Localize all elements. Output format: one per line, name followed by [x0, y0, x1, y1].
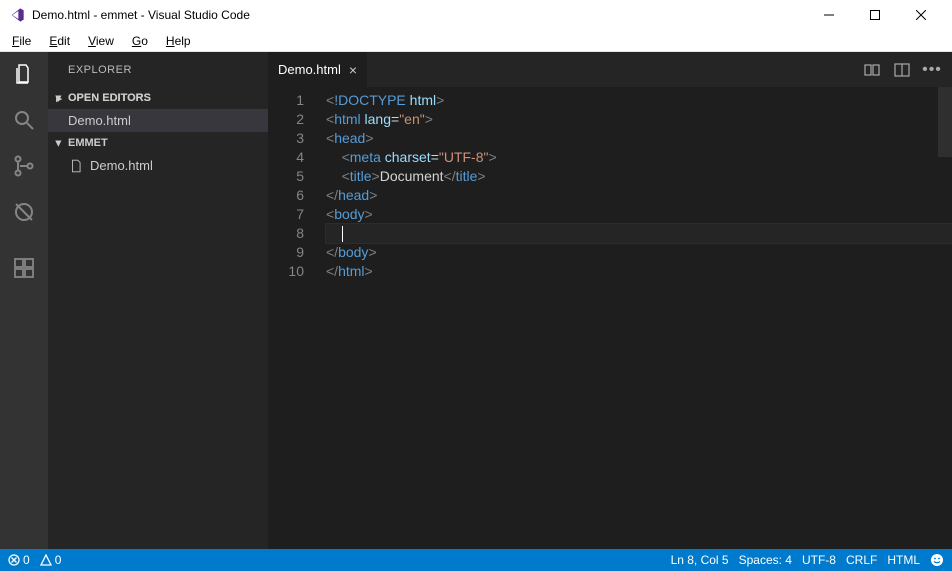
html-file-icon — [68, 159, 84, 173]
window-controls — [806, 0, 944, 30]
window-title: Demo.html - emmet - Visual Studio Code — [32, 8, 806, 22]
search-icon[interactable] — [10, 106, 38, 134]
extensions-icon[interactable] — [10, 254, 38, 282]
code-editor[interactable]: 12345678910 <!DOCTYPE html><html lang="e… — [268, 87, 952, 549]
debug-icon[interactable] — [10, 198, 38, 226]
feedback-icon[interactable] — [930, 553, 944, 567]
compare-icon[interactable] — [864, 62, 880, 78]
folder-label: EMMET — [68, 137, 108, 149]
folder-header[interactable]: ▸ EMMET — [48, 132, 268, 154]
menu-help[interactable]: Help — [158, 32, 199, 50]
maximize-button[interactable] — [852, 0, 898, 30]
editor-actions: ••• — [852, 52, 952, 87]
open-editor-item[interactable]: Demo.html — [48, 109, 268, 132]
close-icon[interactable]: × — [349, 62, 357, 78]
close-button[interactable] — [898, 0, 944, 30]
file-label: Demo.html — [90, 158, 153, 173]
line-column[interactable]: Ln 8, Col 5 — [671, 553, 729, 567]
activity-bar — [0, 52, 48, 549]
vscode-logo-icon — [8, 6, 26, 24]
editor-area: Demo.html × ••• 12345678910 <!DOCTYPE ht… — [268, 52, 952, 549]
tab-demo-html[interactable]: Demo.html × — [268, 52, 368, 87]
line-numbers: 12345678910 — [268, 87, 316, 549]
editor-tabs: Demo.html × ••• — [268, 52, 952, 87]
menubar: File Edit View Go Help — [0, 30, 952, 52]
sidebar-title: EXPLORER — [48, 52, 268, 87]
language-mode[interactable]: HTML — [887, 553, 920, 567]
errors-count[interactable]: 0 — [8, 553, 30, 567]
encoding[interactable]: UTF-8 — [802, 553, 836, 567]
titlebar: Demo.html - emmet - Visual Studio Code — [0, 0, 952, 30]
open-editors-header-real[interactable]: ▸ OPEN EDITORS — [48, 87, 268, 109]
scrollbar[interactable] — [938, 87, 952, 549]
menu-go[interactable]: Go — [124, 32, 156, 50]
split-editor-icon[interactable] — [894, 62, 910, 78]
minimize-button[interactable] — [806, 0, 852, 30]
menu-edit[interactable]: Edit — [41, 32, 78, 50]
more-icon[interactable]: ••• — [924, 62, 940, 78]
tab-label: Demo.html — [278, 62, 341, 77]
warnings-count[interactable]: 0 — [40, 553, 62, 567]
chevron-down-icon: ▸ — [53, 91, 66, 105]
eol[interactable]: CRLF — [846, 553, 877, 567]
source-control-icon[interactable] — [10, 152, 38, 180]
indentation[interactable]: Spaces: 4 — [739, 553, 792, 567]
chevron-down-icon: ▸ — [53, 136, 66, 150]
file-tree-item[interactable]: Demo.html — [48, 154, 268, 177]
sidebar: EXPLORER ▸ OPEN EDITORS ▸ OPEN EDITORS D… — [48, 52, 268, 549]
file-label: Demo.html — [68, 113, 131, 128]
code-content[interactable]: <!DOCTYPE html><html lang="en"><head> <m… — [316, 87, 952, 549]
statusbar: 0 0 Ln 8, Col 5 Spaces: 4 UTF-8 CRLF HTM… — [0, 549, 952, 571]
menu-view[interactable]: View — [80, 32, 122, 50]
explorer-icon[interactable] — [10, 60, 38, 88]
menu-file[interactable]: File — [4, 32, 39, 50]
